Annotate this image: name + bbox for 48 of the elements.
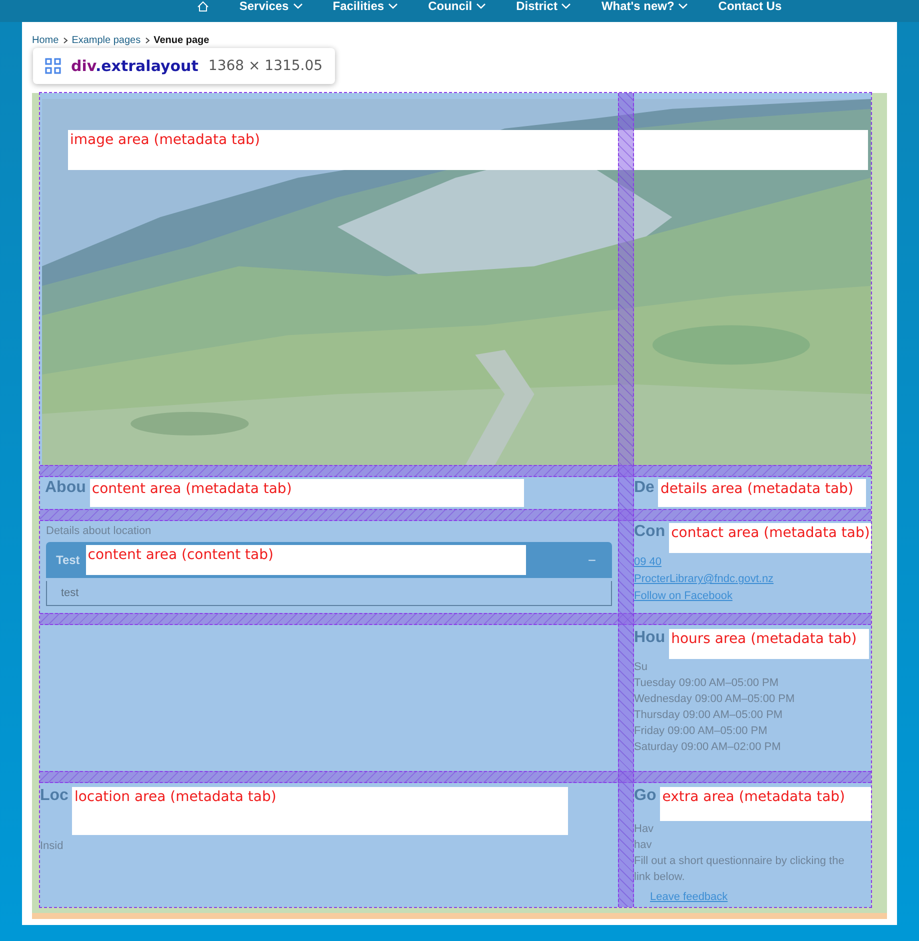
opening-hours: Thursday 09:00 AM–05:00 PM (634, 708, 784, 723)
accordion-header[interactable]: Test content area (content tab) − (46, 542, 612, 578)
feedback-text: Hav (634, 822, 655, 837)
element-size: 1368 × 1315.05 (208, 58, 323, 74)
chevron-down-icon (678, 3, 688, 9)
accordion-title: Test (56, 553, 80, 567)
section-heading: Hou (634, 629, 666, 647)
section-heading: Go (634, 787, 656, 805)
area-label: image area (metadata tab) (68, 130, 868, 170)
element-selector: div.extralayout (71, 57, 198, 75)
intro-text: Details about location (46, 524, 152, 539)
feedback-text: Fill out a short questionnaire by clicking the link below. (634, 854, 846, 885)
location-text: Insid (40, 839, 64, 854)
chevron-down-icon (561, 3, 572, 9)
nav-link[interactable]: Council (428, 0, 486, 13)
section-heading: De (634, 479, 654, 497)
chevron-down-icon (388, 3, 398, 9)
accordion-body: test (46, 581, 612, 606)
section-heading: Abou (45, 479, 86, 497)
nav-link[interactable]: What's new? (601, 0, 688, 13)
section-heading: Con (634, 523, 666, 541)
area-label: extra area (metadata tab) (660, 787, 871, 821)
nav-link[interactable]: Contact Us (718, 0, 782, 13)
nav-link[interactable]: Facilities (332, 0, 398, 13)
grid-icon (45, 58, 61, 74)
section-heading: Loc (40, 787, 68, 805)
area-label: hours area (metadata tab) (669, 629, 870, 659)
opening-hours: Wednesday 09:00 AM–05:00 PM (634, 692, 796, 707)
nav-link[interactable]: District (516, 0, 572, 13)
opening-hours: Su (634, 660, 648, 675)
nav-link[interactable]: Services (239, 0, 303, 13)
breadcrumb-link[interactable]: Home (32, 34, 59, 46)
breadcrumb-current[interactable]: Venue page (154, 34, 210, 46)
opening-hours: Tuesday 09:00 AM–05:00 PM (634, 676, 780, 691)
home-icon[interactable] (197, 0, 210, 12)
area-label: content area (content tab) (86, 545, 526, 575)
chevron-down-icon (292, 3, 303, 9)
area-label: details area (metadata tab) (658, 479, 866, 507)
chevron-right-icon (62, 36, 68, 44)
area-label: contact area (metadata tab) (669, 523, 871, 553)
breadcrumb-link[interactable]: Example pages (72, 34, 141, 46)
chevron-right-icon (144, 36, 150, 44)
feedback-text: hav (634, 838, 653, 853)
area-label: content area (metadata tab) (90, 479, 524, 507)
area-label: location area (metadata tab) (72, 787, 568, 835)
opening-hours: Friday 09:00 AM–05:00 PM (634, 724, 768, 739)
opening-hours: Saturday 09:00 AM–02:00 PM (634, 740, 782, 755)
chevron-down-icon (476, 3, 486, 9)
